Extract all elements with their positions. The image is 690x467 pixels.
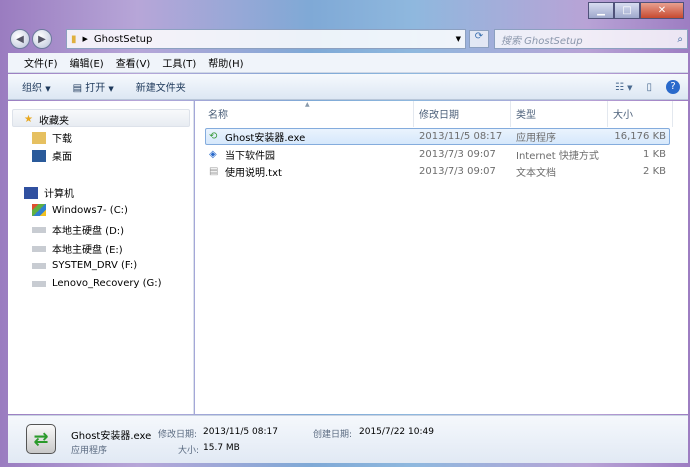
minimize-button[interactable]: ▁ [588,2,614,19]
address-dropdown-icon[interactable]: ▼ [456,35,461,43]
drive-icon [32,226,46,233]
forward-button[interactable]: ▶ [32,29,52,49]
breadcrumb-arrow-icon: ▶ [82,35,88,43]
search-placeholder: 搜索 GhostSetup [501,35,583,47]
column-date[interactable]: 修改日期 [419,106,459,121]
nav-label: 桌面 [52,152,72,163]
open-button[interactable]: ▤ 打开 ▼ [73,79,114,94]
menu-file[interactable]: 文件(F) [24,55,58,70]
text-file-icon: ▤ [209,166,219,177]
nav-drive-c[interactable]: Windows7- (C:) [32,204,128,216]
search-icon: ⌕ [677,33,683,45]
drive-icon [32,262,46,269]
file-name: Ghost安装器.exe [225,133,306,144]
details-created-label: 创建日期: [313,430,353,440]
file-row[interactable]: ◈ 当下软件园 2013/7/3 09:07 Internet 快捷方式 1 K… [205,146,670,163]
file-type: 文本文档 [516,168,556,179]
file-row[interactable]: ▤ 使用说明.txt 2013/7/3 09:07 文本文档 2 KB [205,163,670,180]
new-folder-button[interactable]: 新建文件夹 [136,79,186,94]
file-type: 应用程序 [516,133,556,144]
search-input[interactable]: 搜索 GhostSetup ⌕ [494,29,688,49]
file-name: 使用说明.txt [225,168,282,179]
maximize-button[interactable]: □ [614,2,640,19]
file-date: 2013/7/3 09:07 [419,166,496,177]
menu-tools[interactable]: 工具(T) [162,55,196,70]
star-icon: ★ [24,114,33,125]
drive-icon [32,280,46,287]
folder-icon: ▮ [71,33,77,45]
navigation-pane: ★ 收藏夹 下载 桌面 计算机 Windows7- (C:) 本地主硬盘 (D:)… [8,101,194,414]
nav-desktop[interactable]: 桌面 [32,148,72,163]
nav-drive-f[interactable]: SYSTEM_DRV (F:) [32,260,137,271]
close-button[interactable]: ✕ [640,2,684,19]
file-size: 16,176 KB [614,131,666,142]
file-size: 1 KB [643,149,666,160]
toolbar-right: ☷ ▼ ▯ ? [615,80,680,94]
desktop-icon [32,149,46,162]
nav-drive-g[interactable]: Lenovo_Recovery (G:) [32,278,162,289]
nav-drive-d[interactable]: 本地主硬盘 (D:) [32,222,124,237]
details-created: 2015/7/22 10:49 [359,427,434,437]
toolbar: 组织 ▼ ▤ 打开 ▼ 新建文件夹 [8,74,688,100]
file-name: 当下软件园 [225,151,275,162]
open-icon: ▤ [72,83,83,94]
view-options-icon[interactable]: ☷ ▼ [615,82,633,93]
menu-bar: 文件(F) 编辑(E) 查看(V) 工具(T) 帮助(H) [8,53,688,73]
organize-label: 组织 [22,83,42,94]
file-size: 2 KB [643,166,666,177]
file-type: Internet 快捷方式 [516,151,599,162]
menu-help[interactable]: 帮助(H) [208,55,243,70]
column-name[interactable]: 名称 [208,106,228,121]
back-button[interactable]: ◀ [10,29,30,49]
internet-shortcut-icon: ◈ [209,149,217,160]
details-pane: ⇄ Ghost安装器.exe 应用程序 修改日期: 2013/11/5 08:1… [8,415,688,463]
nav-computer[interactable]: 计算机 [24,185,74,200]
column-size[interactable]: 大小 [613,106,633,121]
nav-label: 收藏夹 [38,116,69,127]
application-icon: ⇄ [26,424,56,454]
nav-label: Windows7- (C:) [52,204,128,216]
organize-button[interactable]: 组织 ▼ [22,79,51,94]
nav-favorites[interactable]: ★ 收藏夹 [24,112,69,127]
breadcrumb-folder[interactable]: GhostSetup [94,34,152,45]
address-bar[interactable]: ▮ ▶ GhostSetup ▼ [66,29,466,49]
nav-label: 下载 [52,134,72,145]
menu-view[interactable]: 查看(V) [116,55,151,70]
nav-label: 本地主硬盘 (D:) [52,226,125,237]
nav-drive-e[interactable]: 本地主硬盘 (E:) [32,241,123,256]
open-label: 打开 [85,83,106,94]
sort-arrow-icon: ▲ [305,101,310,108]
menu-edit[interactable]: 编辑(E) [70,55,104,70]
window-controls: ▁ □ ✕ [588,2,684,19]
preview-pane-icon[interactable]: ▯ [646,82,652,93]
nav-label: Lenovo_Recovery (G:) [52,278,162,289]
nav-label: SYSTEM_DRV (F:) [52,260,138,271]
windows-drive-icon [32,204,46,216]
details-size: 15.7 MB [203,443,240,453]
nav-label: 计算机 [44,189,74,200]
file-date: 2013/7/3 09:07 [419,149,496,160]
drive-icon [32,245,46,252]
nav-label: 本地主硬盘 (E:) [52,245,123,256]
refresh-button[interactable]: ⟳ [469,30,489,48]
details-modified: 2013/11/5 08:17 [203,427,278,437]
details-size-label: 大小: [178,446,200,456]
file-row[interactable]: ⟲ Ghost安装器.exe 2013/11/5 08:17 应用程序 16,1… [205,128,670,145]
computer-icon [24,186,38,199]
column-type[interactable]: 类型 [516,106,536,121]
file-list: 名称 ▲ 修改日期 类型 大小 ⟲ Ghost安装器.exe 2013/11/5… [195,101,688,414]
details-file-name: Ghost安装器.exe [71,431,152,442]
help-icon[interactable]: ? [666,80,680,94]
nav-downloads[interactable]: 下载 [32,130,72,145]
file-date: 2013/11/5 08:17 [419,131,503,142]
details-modified-label: 修改日期: [158,430,198,440]
downloads-folder-icon [32,131,46,144]
ghost-exe-icon: ⟲ [209,131,218,142]
details-file-type: 应用程序 [71,446,108,456]
